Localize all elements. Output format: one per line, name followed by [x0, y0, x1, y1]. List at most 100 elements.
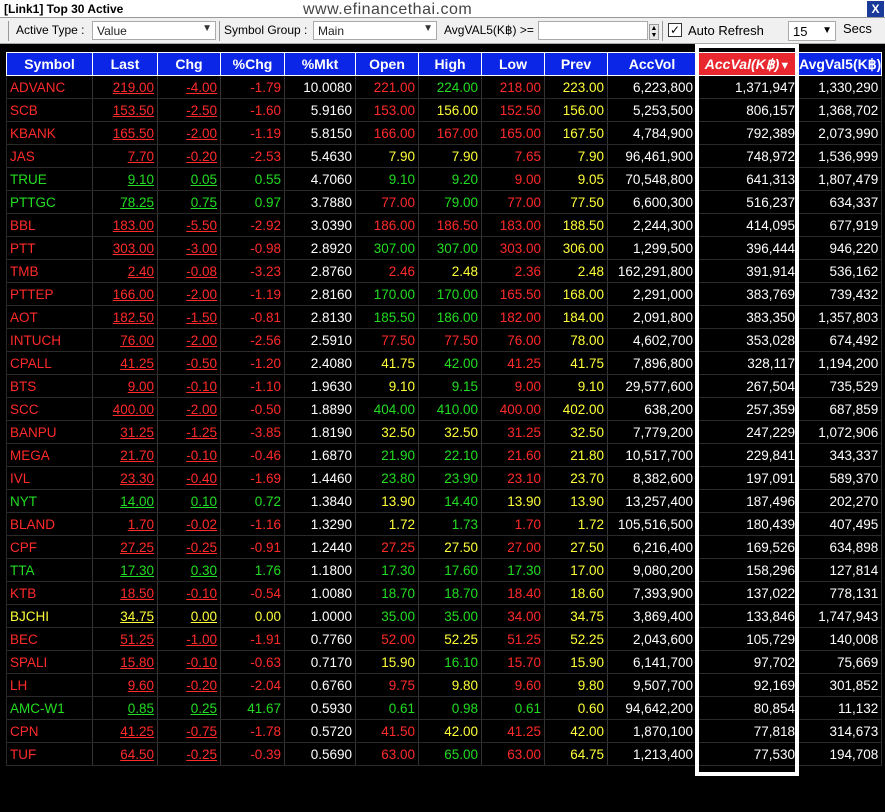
- cell-high: 224.00: [418, 75, 482, 99]
- col-symbol-header[interactable]: Symbol: [6, 52, 93, 76]
- cell-symbol[interactable]: PTT: [6, 236, 93, 260]
- cell-symbol[interactable]: NYT: [6, 489, 93, 513]
- table-row[interactable]: BTS 9.00 -0.10 -1.10 1.9630 9.10 9.15 9.00 9.10 2…: [6, 374, 883, 398]
- table-row[interactable]: TTA 17.30 0.30 1.76 1.1800 17.30 17.60 17.30 17.…: [6, 558, 883, 582]
- cell-symbol[interactable]: PTTGC: [6, 190, 93, 214]
- cell-symbol[interactable]: IVL: [6, 466, 93, 490]
- table-row[interactable]: BBL 183.00 -5.50 -2.92 3.0390 186.00 186.50 183…: [6, 213, 883, 237]
- cell-symbol[interactable]: TUF: [6, 742, 93, 766]
- cell-symbol[interactable]: CPALL: [6, 351, 93, 375]
- cell-low: 18.40: [481, 581, 545, 605]
- cell-pchg: -0.50: [220, 397, 285, 421]
- cell-last: 183.00: [92, 213, 158, 237]
- col-prev-header[interactable]: Prev: [544, 52, 608, 76]
- cell-pchg: 1.76: [220, 558, 285, 582]
- table-row[interactable]: KTB 18.50 -0.10 -0.54 1.0080 18.70 18.70 18.40 1…: [6, 581, 883, 605]
- cell-symbol[interactable]: TRUE: [6, 167, 93, 191]
- table-row[interactable]: TMB 2.40 -0.08 -3.23 2.8760 2.46 2.48 2.36 2.48 1…: [6, 259, 883, 283]
- cell-last: 2.40: [92, 259, 158, 283]
- cell-symbol[interactable]: BLAND: [6, 512, 93, 536]
- table-row[interactable]: IVL 23.30 -0.40 -1.69 1.4460 23.80 23.90 23.10 2…: [6, 466, 883, 490]
- table-row[interactable]: AMC-W1 0.85 0.25 41.67 0.5930 0.61 0.98 0.61 0.6…: [6, 696, 883, 720]
- cell-symbol[interactable]: TMB: [6, 259, 93, 283]
- col-high-header[interactable]: High: [418, 52, 482, 76]
- table-row[interactable]: NYT 14.00 0.10 0.72 1.3840 13.90 14.40 13.90 13.…: [6, 489, 883, 513]
- cell-accvol: 9,507,700: [607, 673, 697, 697]
- cell-symbol[interactable]: KBANK: [6, 121, 93, 145]
- cell-symbol[interactable]: KTB: [6, 581, 93, 605]
- col-open-header[interactable]: Open: [355, 52, 419, 76]
- table-row[interactable]: BLAND 1.70 -0.02 -1.16 1.3290 1.72 1.73 1.70 1.7…: [6, 512, 883, 536]
- col-mkt-header[interactable]: %Mkt: [284, 52, 356, 76]
- table-row[interactable]: BANPU 31.25 -1.25 -3.85 1.8190 32.50 32.50 31.2…: [6, 420, 883, 444]
- table-row[interactable]: TRUE 9.10 0.05 0.55 4.7060 9.10 9.20 9.00 9.05 70…: [6, 167, 883, 191]
- table-row[interactable]: BEC 51.25 -1.00 -1.91 0.7760 52.00 52.25 51.25 5…: [6, 627, 883, 651]
- table-row[interactable]: CPN 41.25 -0.75 -1.78 0.5720 41.50 42.00 41.25 4…: [6, 719, 883, 743]
- table-row[interactable]: ADVANC 219.00 -4.00 -1.79 10.0080 221.00 224.0…: [6, 75, 883, 99]
- cell-symbol[interactable]: LH: [6, 673, 93, 697]
- cell-symbol[interactable]: SCB: [6, 98, 93, 122]
- table-row[interactable]: MEGA 21.70 -0.10 -0.46 1.6870 21.90 22.10 21.60…: [6, 443, 883, 467]
- cell-symbol[interactable]: CPF: [6, 535, 93, 559]
- col-pchg-header[interactable]: %Chg: [220, 52, 285, 76]
- toolbar-separator: [219, 21, 220, 41]
- table-row[interactable]: PTTEP 166.00 -2.00 -1.19 2.8160 170.00 170.00 1…: [6, 282, 883, 306]
- cell-accvol: 6,223,800: [607, 75, 697, 99]
- cell-symbol[interactable]: AOT: [6, 305, 93, 329]
- cell-symbol[interactable]: SCC: [6, 397, 93, 421]
- table-row[interactable]: AOT 182.50 -1.50 -0.81 2.8130 185.50 186.00 182…: [6, 305, 883, 329]
- table-row[interactable]: CPALL 41.25 -0.50 -1.20 2.4080 41.75 42.00 41.2…: [6, 351, 883, 375]
- cell-symbol[interactable]: TTA: [6, 558, 93, 582]
- cell-symbol[interactable]: INTUCH: [6, 328, 93, 352]
- active-type-select[interactable]: Value ▼: [92, 21, 216, 40]
- table-row[interactable]: SCB 153.50 -2.50 -1.60 5.9160 153.00 156.00 152…: [6, 98, 883, 122]
- symbol-group-select[interactable]: Main ▼: [313, 21, 437, 40]
- table-row[interactable]: BJCHI 34.75 0.00 0.00 1.0000 35.00 35.00 34.00 3…: [6, 604, 883, 628]
- table-row[interactable]: LH 9.60 -0.20 -2.04 0.6760 9.75 9.80 9.60 9.80 9,…: [6, 673, 883, 697]
- cell-low: 41.25: [481, 351, 545, 375]
- col-chg-header[interactable]: Chg: [157, 52, 221, 76]
- spinner-icon[interactable]: ▲ ▼: [649, 24, 659, 40]
- cell-symbol[interactable]: JAS: [6, 144, 93, 168]
- cell-open: 9.10: [355, 374, 419, 398]
- cell-symbol[interactable]: BTS: [6, 374, 93, 398]
- cell-symbol[interactable]: AMC-W1: [6, 696, 93, 720]
- cell-symbol[interactable]: BANPU: [6, 420, 93, 444]
- close-button[interactable]: X: [867, 1, 884, 17]
- cell-symbol[interactable]: ADVANC: [6, 75, 93, 99]
- table-row[interactable]: PTT 303.00 -3.00 -0.98 2.8920 307.00 307.00 303…: [6, 236, 883, 260]
- cell-avgval: 202,270: [797, 489, 883, 513]
- cell-symbol[interactable]: BJCHI: [6, 604, 93, 628]
- table-row[interactable]: SPALI 15.80 -0.10 -0.63 0.7170 15.90 16.10 15.7…: [6, 650, 883, 674]
- cell-last: 76.00: [92, 328, 158, 352]
- cell-prev: 9.80: [544, 673, 608, 697]
- cell-symbol[interactable]: BBL: [6, 213, 93, 237]
- refresh-interval-select[interactable]: 15 ▼: [788, 21, 836, 41]
- cell-chg: 0.75: [157, 190, 221, 214]
- cell-symbol[interactable]: MEGA: [6, 443, 93, 467]
- table-row[interactable]: KBANK 165.50 -2.00 -1.19 5.8150 166.00 167.00 1…: [6, 121, 883, 145]
- cell-symbol[interactable]: BEC: [6, 627, 93, 651]
- active-type-label: Active Type :: [16, 23, 85, 37]
- cell-high: 17.60: [418, 558, 482, 582]
- table-row[interactable]: SCC 400.00 -2.00 -0.50 1.8890 404.00 410.00 400…: [6, 397, 883, 421]
- col-avgval-header[interactable]: AvgVal5(K฿): [797, 52, 883, 76]
- cell-symbol[interactable]: PTTEP: [6, 282, 93, 306]
- cell-avgval: 1,536,999: [797, 144, 883, 168]
- cell-symbol[interactable]: CPN: [6, 719, 93, 743]
- auto-refresh-checkbox[interactable]: ✓: [668, 23, 682, 37]
- table-row[interactable]: INTUCH 76.00 -2.00 -2.56 2.5910 77.50 77.50 76.…: [6, 328, 883, 352]
- table-row[interactable]: PTTGC 78.25 0.75 0.97 3.7880 77.00 79.00 77.00 7…: [6, 190, 883, 214]
- col-accval-header[interactable]: AccVal(K฿)▼: [696, 52, 799, 76]
- cell-open: 77.50: [355, 328, 419, 352]
- table-row[interactable]: CPF 27.25 -0.25 -0.91 1.2440 27.25 27.50 27.00 2…: [6, 535, 883, 559]
- cell-high: 7.90: [418, 144, 482, 168]
- avgval-input[interactable]: [538, 21, 648, 40]
- table-row[interactable]: JAS 7.70 -0.20 -2.53 5.4630 7.90 7.90 7.65 7.90 9…: [6, 144, 883, 168]
- cell-chg: -2.00: [157, 397, 221, 421]
- table-row[interactable]: TUF 64.50 -0.25 -0.39 0.5690 63.00 65.00 63.00 6…: [6, 742, 883, 766]
- col-low-header[interactable]: Low: [481, 52, 545, 76]
- col-last-header[interactable]: Last: [92, 52, 158, 76]
- col-accvol-header[interactable]: AccVol: [607, 52, 697, 76]
- cell-symbol[interactable]: SPALI: [6, 650, 93, 674]
